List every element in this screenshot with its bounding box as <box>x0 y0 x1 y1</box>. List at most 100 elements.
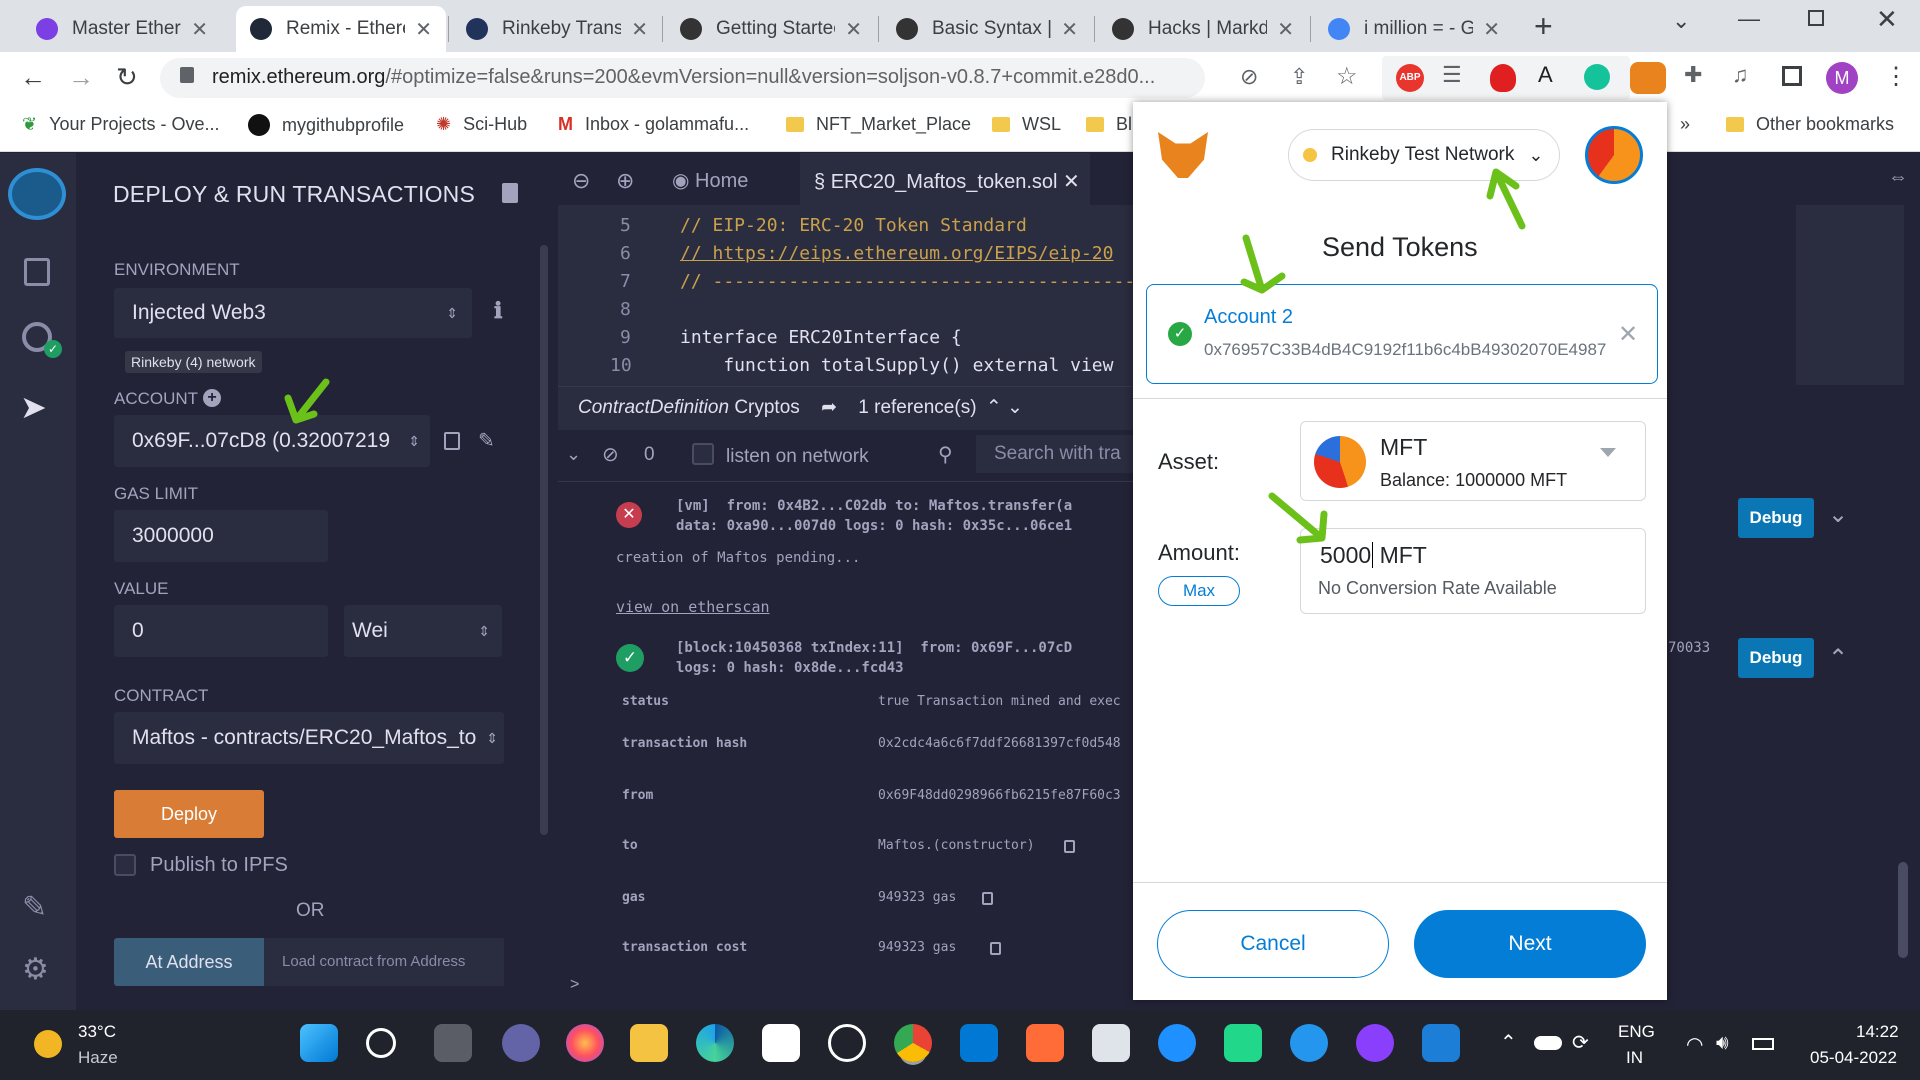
close-tab-icon[interactable]: ✕ <box>1061 17 1078 42</box>
volume-icon[interactable]: 🔊︎ <box>1716 1032 1729 1055</box>
bookmark-scihub[interactable]: ✺ Sci-Hub <box>436 114 527 135</box>
bookmark-star-icon[interactable]: ☆ <box>1336 62 1358 91</box>
copy-account-icon[interactable] <box>444 432 460 450</box>
remix-logo-icon[interactable] <box>8 168 66 220</box>
contract-select[interactable]: Maftos - contracts/ERC20_Maftos_to ⇕ <box>114 712 504 764</box>
onedrive-icon[interactable] <box>1534 1036 1562 1050</box>
zoom-in-icon[interactable]: ⊕ <box>616 168 634 194</box>
menu-icon[interactable]: ⋮ <box>1884 62 1908 91</box>
bookmarks-overflow-icon[interactable]: » <box>1680 114 1690 135</box>
browser-tab[interactable]: Basic Syntax | M ✕ <box>882 6 1092 52</box>
browser-tab[interactable]: Getting Startec ✕ <box>666 6 876 52</box>
grammarly-icon[interactable] <box>1584 64 1610 90</box>
add-account-icon[interactable]: + <box>203 389 221 407</box>
close-window-button[interactable]: ✕ <box>1876 4 1898 35</box>
deploy-button[interactable]: Deploy <box>114 790 264 838</box>
close-tab-icon[interactable]: ✕ <box>1483 17 1500 42</box>
terminal-search-input[interactable]: Search with tra <box>976 435 1133 473</box>
puzzle-icon[interactable]: ✚ <box>1684 62 1702 88</box>
tab-search-icon[interactable]: ⌄ <box>1672 8 1690 34</box>
github-icon-taskbar[interactable] <box>1356 1024 1394 1062</box>
search-taskbar-icon[interactable] <box>366 1028 396 1058</box>
sync-icon[interactable]: ⟳ <box>1572 1030 1589 1055</box>
code-line[interactable]: // https://eips.ethereum.org/EIPS/eip-20 <box>680 243 1113 264</box>
asset-dropdown-icon[interactable] <box>1600 448 1616 457</box>
clear-terminal-icon[interactable]: ⊘ <box>602 442 619 467</box>
spell-icon[interactable]: A <box>1538 62 1553 88</box>
browser-tab[interactable]: Hacks | Markdc ✕ <box>1098 6 1308 52</box>
copy-icon[interactable] <box>1064 840 1075 853</box>
bookmark-wsl[interactable]: WSL <box>992 114 1061 135</box>
sign-message-icon[interactable]: ✎ <box>478 428 495 453</box>
chrome-icon[interactable] <box>894 1024 932 1062</box>
browser-tab[interactable]: Rinkeby Transa ✕ <box>452 6 662 52</box>
browser-tab[interactable]: Master Ethereu ✕ <box>22 6 222 52</box>
close-tab-icon[interactable]: ✕ <box>845 17 862 42</box>
postman-icon[interactable] <box>1026 1024 1064 1062</box>
battery-icon[interactable] <box>1752 1038 1774 1050</box>
help-icon[interactable] <box>1158 1024 1196 1062</box>
bookmark-bl[interactable]: Bl <box>1086 114 1132 135</box>
eye-slash-icon[interactable]: ⊘ <box>1240 64 1258 90</box>
debug-button-2[interactable]: Debug <box>1738 638 1814 678</box>
docs-icon[interactable] <box>502 183 518 203</box>
copy-icon[interactable] <box>990 942 1001 955</box>
zoom-out-icon[interactable]: ⊖ <box>572 168 590 194</box>
tab-erc20-file[interactable]: § ERC20_Maftos_token.sol ✕ <box>800 153 1090 205</box>
adblock-icon[interactable]: ABP <box>1396 64 1424 92</box>
close-tab-icon[interactable]: ✕ <box>631 17 648 42</box>
file-explorer-icon[interactable] <box>24 258 50 286</box>
collapse-log-icon[interactable]: ⌃ <box>1828 644 1848 673</box>
profile-avatar[interactable]: M <box>1826 62 1858 94</box>
forward-icon[interactable]: → <box>68 62 94 93</box>
unit-select[interactable]: Wei ⇕ <box>344 605 502 657</box>
terminal-scrollbar[interactable] <box>1898 862 1908 958</box>
plugin-manager-icon[interactable]: ✎ <box>22 890 47 925</box>
terminal-prompt[interactable]: > <box>570 976 579 994</box>
metamask-extension-icon[interactable] <box>1630 62 1666 94</box>
task-view-icon[interactable] <box>434 1024 472 1062</box>
ublock-icon[interactable] <box>1490 64 1516 92</box>
minimize-button[interactable]: — <box>1738 6 1760 32</box>
dropbox-icon[interactable] <box>1092 1024 1130 1062</box>
settings-icon[interactable]: ⚙ <box>22 952 49 987</box>
bookmark-projects[interactable]: ❦ Your Projects - Ove... <box>22 114 220 135</box>
start-icon[interactable] <box>300 1024 338 1062</box>
restore-button[interactable] <box>1808 10 1824 26</box>
clear-recipient-icon[interactable]: ✕ <box>1618 320 1638 349</box>
gas-limit-input[interactable]: 3000000 <box>114 510 328 562</box>
firefox-icon[interactable] <box>566 1024 604 1062</box>
tab-home[interactable]: ◉ Home <box>672 168 748 193</box>
account-avatar[interactable] <box>1585 126 1643 184</box>
browser-tab[interactable]: i million = - Go ✕ <box>1314 6 1514 52</box>
recipient-box[interactable] <box>1146 284 1658 384</box>
code-line[interactable]: interface ERC20Interface { <box>680 327 962 348</box>
expand-panel-icon[interactable]: ⇔ <box>1888 166 1908 189</box>
media-icon[interactable]: ♫ <box>1732 62 1749 88</box>
info-icon[interactable]: ℹ <box>494 298 502 324</box>
bookmark-nft[interactable]: NFT_Market_Place <box>786 114 971 135</box>
lang-line2[interactable]: IN <box>1626 1048 1643 1068</box>
debug-button-1[interactable]: Debug <box>1738 498 1814 538</box>
clock-time[interactable]: 14:22 <box>1856 1022 1899 1042</box>
etherscan-link[interactable]: view on etherscan <box>616 598 770 616</box>
collapse-terminal-icon[interactable]: ⌄ <box>566 444 581 465</box>
close-tab-icon[interactable]: ✕ <box>1057 171 1080 193</box>
network-selector[interactable]: Rinkeby Test Network ⌄ <box>1288 129 1560 181</box>
publish-ipfs-checkbox[interactable] <box>114 854 136 876</box>
code-line[interactable]: function totalSupply() external view <box>680 355 1113 376</box>
copy-icon[interactable] <box>982 892 993 905</box>
docker-icon[interactable] <box>1290 1024 1328 1062</box>
sidepanel-icon[interactable] <box>1782 66 1802 86</box>
close-tab-icon[interactable]: ✕ <box>191 17 208 42</box>
bookmark-github[interactable]: mygithubprofile <box>248 114 404 136</box>
close-tab-icon[interactable]: ✕ <box>1277 17 1294 42</box>
panel-scrollbar[interactable] <box>540 245 548 835</box>
cancel-button[interactable]: Cancel <box>1157 910 1389 978</box>
list-icon[interactable]: ☰ <box>1442 62 1462 88</box>
wifi-icon[interactable]: ◠ <box>1686 1032 1703 1057</box>
close-tab-icon[interactable]: ✕ <box>415 17 432 42</box>
teams-icon[interactable] <box>502 1024 540 1062</box>
photos-icon[interactable] <box>1422 1024 1460 1062</box>
bookmark-gmail[interactable]: M Inbox - golammafu... <box>558 114 749 135</box>
